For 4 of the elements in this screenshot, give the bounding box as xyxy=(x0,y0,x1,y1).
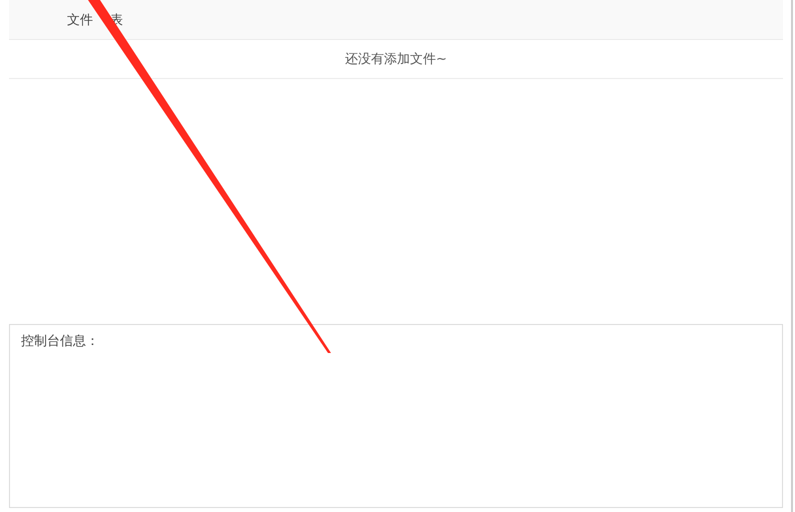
scrollbar[interactable] xyxy=(791,0,793,512)
empty-message: 还没有添加文件~ xyxy=(345,51,447,68)
console-label: 控制台信息： xyxy=(21,334,99,349)
column-header-text: 文件 xyxy=(67,12,93,28)
